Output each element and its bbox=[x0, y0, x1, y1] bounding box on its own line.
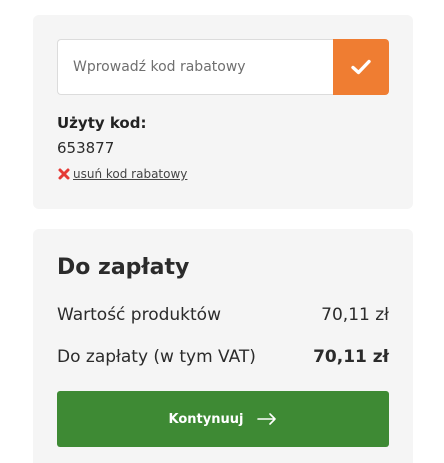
apply-discount-button[interactable] bbox=[333, 39, 389, 95]
used-code-label: Użyty kod: bbox=[57, 114, 147, 132]
summary-row-label: Wartość produktów bbox=[57, 305, 221, 325]
remove-discount-link[interactable]: usuń kod rabatowy bbox=[57, 167, 187, 181]
summary-title: Do zapłaty bbox=[57, 255, 190, 280]
summary-row-products: Wartość produktów 70,11 zł bbox=[57, 305, 389, 325]
discount-code-form bbox=[57, 39, 389, 95]
discount-code-input[interactable] bbox=[57, 39, 333, 95]
summary-row-label: Do zapłaty (w tym VAT) bbox=[57, 347, 256, 367]
discount-code-card: Użyty kod: 653877 usuń kod rabatowy bbox=[33, 15, 413, 209]
checkout-page: Użyty kod: 653877 usuń kod rabatowy Do z… bbox=[0, 0, 444, 463]
continue-button[interactable]: Kontynuuj bbox=[57, 391, 389, 447]
summary-total-value: 70,11 zł bbox=[313, 347, 389, 367]
checkmark-icon bbox=[351, 59, 371, 75]
payment-summary-card: Do zapłaty Wartość produktów 70,11 zł Do… bbox=[33, 229, 413, 463]
summary-row-total: Do zapłaty (w tym VAT) 70,11 zł bbox=[57, 347, 389, 367]
red-x-icon bbox=[58, 168, 70, 180]
continue-button-label: Kontynuuj bbox=[168, 411, 244, 427]
summary-row-value: 70,11 zł bbox=[321, 305, 389, 325]
used-code-value: 653877 bbox=[57, 139, 115, 157]
arrow-right-icon bbox=[257, 413, 277, 425]
remove-discount-label: usuń kod rabatowy bbox=[73, 167, 188, 181]
